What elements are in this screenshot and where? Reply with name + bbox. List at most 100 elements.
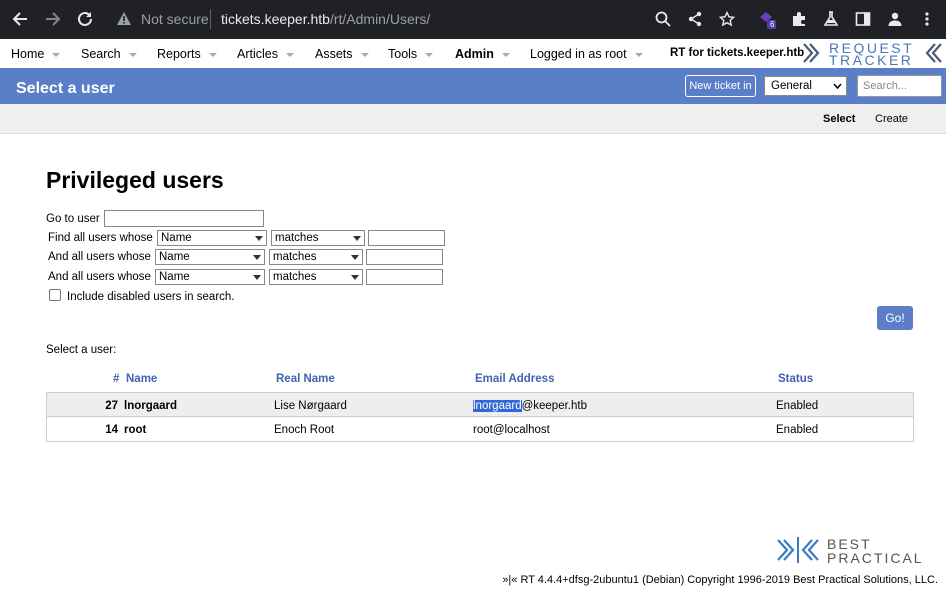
dropdown-arrow-icon xyxy=(351,254,359,260)
dropdown-arrow-icon xyxy=(253,274,261,280)
menu-assets-label: Assets xyxy=(315,47,353,61)
col-header-name[interactable]: Name xyxy=(126,373,157,385)
and-users-label-2: And all users whose xyxy=(48,271,151,283)
table-row[interactable]: 27 lnorgaard Lise Nørgaard lnorgaard@kee… xyxy=(47,393,913,417)
queue-select[interactable]: General xyxy=(764,76,847,96)
menu-home-label: Home xyxy=(11,47,45,61)
user-email: lnorgaard@keeper.htb xyxy=(473,400,587,412)
share-icon[interactable] xyxy=(685,9,705,29)
col-header-email[interactable]: Email Address xyxy=(475,373,554,385)
warning-icon[interactable] xyxy=(116,11,132,29)
quick-search-input[interactable]: Search... xyxy=(857,75,942,97)
include-disabled-label: Include disabled users in search. xyxy=(67,291,235,303)
search-field-value-3: Name xyxy=(159,271,190,283)
col-header-real-name[interactable]: Real Name xyxy=(276,373,335,385)
dropdown-arrow-icon xyxy=(255,235,263,241)
labs-flask-icon[interactable] xyxy=(821,9,841,29)
menu-articles[interactable]: Articles xyxy=(237,47,294,61)
footer-copyright: »|« RT 4.4.4+dfsg-2ubuntu1 (Debian) Copy… xyxy=(502,574,938,586)
search-field-value-1: Name xyxy=(161,232,192,244)
menu-search-label: Search xyxy=(81,47,121,61)
find-users-label: Find all users whose xyxy=(48,232,153,244)
search-placeholder: Search... xyxy=(863,80,908,92)
chevron-down-icon xyxy=(833,83,842,89)
queue-select-value: General xyxy=(771,80,812,92)
search-op-select-2[interactable]: matches xyxy=(269,249,363,265)
caret-down-icon xyxy=(208,52,217,57)
search-value-input-2[interactable] xyxy=(366,249,443,265)
search-op-select-3[interactable]: matches xyxy=(269,269,363,285)
menu-reports[interactable]: Reports xyxy=(157,47,217,61)
menu-assets[interactable]: Assets xyxy=(315,47,369,61)
extension-badge-icon[interactable]: 6 xyxy=(757,9,777,29)
search-field-select-2[interactable]: Name xyxy=(155,249,265,265)
zoom-icon[interactable] xyxy=(653,9,673,29)
security-label[interactable]: Not secure xyxy=(141,11,209,27)
extension-badge-count: 6 xyxy=(770,20,775,29)
reload-icon[interactable] xyxy=(74,8,96,30)
caret-down-icon xyxy=(360,52,369,57)
address-bar[interactable]: tickets.keeper.htb/rt/Admin/Users/ xyxy=(221,11,430,27)
best-practical-logo[interactable]: BEST PRACTICAL xyxy=(776,535,941,567)
search-field-value-2: Name xyxy=(159,251,190,263)
user-name[interactable]: lnorgaard xyxy=(124,400,177,412)
browser-menu-icon[interactable] xyxy=(917,9,937,29)
menu-tools[interactable]: Tools xyxy=(388,47,434,61)
goto-user-input[interactable] xyxy=(104,210,264,227)
page-menu-select[interactable]: Select xyxy=(823,113,855,125)
side-panel-icon[interactable] xyxy=(853,9,873,29)
user-email: root@localhost xyxy=(473,424,550,436)
extensions-puzzle-icon[interactable] xyxy=(789,9,809,29)
dropdown-arrow-icon xyxy=(351,274,359,280)
user-id[interactable]: 14 xyxy=(47,424,118,436)
table-row[interactable]: 14 root Enoch Root root@localhost Enable… xyxy=(47,417,913,441)
search-field-select-1[interactable]: Name xyxy=(157,230,267,246)
menu-logged-in-label: Logged in as root xyxy=(530,47,627,61)
go-button[interactable]: Go! xyxy=(877,306,913,330)
logo-practical-text: PRACTICAL xyxy=(827,550,924,566)
caret-down-icon xyxy=(634,52,643,57)
search-field-select-3[interactable]: Name xyxy=(155,269,265,285)
col-header-id[interactable]: # xyxy=(113,373,119,385)
user-status: Enabled xyxy=(776,424,819,436)
menu-home[interactable]: Home xyxy=(11,47,61,61)
include-disabled-checkbox[interactable] xyxy=(49,289,61,301)
url-divider xyxy=(210,9,211,29)
goto-user-label: Go to user xyxy=(46,213,100,225)
user-name[interactable]: root xyxy=(124,424,146,436)
bookmark-star-icon[interactable] xyxy=(717,9,737,29)
select-user-label: Select a user: xyxy=(46,344,117,356)
search-op-select-1[interactable]: matches xyxy=(271,230,365,246)
caret-down-icon xyxy=(501,52,510,57)
profile-icon[interactable] xyxy=(885,9,905,29)
menu-tools-label: Tools xyxy=(388,47,418,61)
user-real-name: Lise Nørgaard xyxy=(274,400,347,412)
caret-down-icon xyxy=(52,52,61,57)
user-id[interactable]: 27 xyxy=(47,400,118,412)
page-menu: Select Create xyxy=(0,104,946,134)
forward-icon[interactable] xyxy=(42,8,64,30)
menu-articles-label: Articles xyxy=(237,47,278,61)
search-value-input-1[interactable] xyxy=(368,230,445,246)
request-tracker-logo[interactable]: REQUEST TRACKER xyxy=(800,40,946,68)
user-status: Enabled xyxy=(776,400,819,412)
section-heading: Privileged users xyxy=(46,167,224,193)
browser-toolbar: Not secure tickets.keeper.htb/rt/Admin/U… xyxy=(0,0,946,39)
menu-admin[interactable]: Admin xyxy=(455,47,510,61)
user-email-rest: root@localhost xyxy=(473,424,550,436)
caret-down-icon xyxy=(425,52,434,57)
user-email-rest: @keeper.htb xyxy=(521,400,587,412)
page-menu-create[interactable]: Create xyxy=(875,113,908,125)
col-header-status[interactable]: Status xyxy=(778,373,813,385)
search-value-input-3[interactable] xyxy=(366,269,443,285)
selected-text: lnorgaard xyxy=(473,400,522,412)
rt-instance-label: RT for tickets.keeper.htb xyxy=(670,47,805,59)
logo-tracker-text: TRACKER xyxy=(829,52,914,68)
user-real-name: Enoch Root xyxy=(274,424,335,436)
back-icon[interactable] xyxy=(9,8,31,30)
menu-logged-in[interactable]: Logged in as root xyxy=(530,47,643,61)
menu-search[interactable]: Search xyxy=(81,47,137,61)
new-ticket-button[interactable]: New ticket in xyxy=(685,75,756,97)
search-op-value-1: matches xyxy=(275,232,319,244)
page-title: Select a user xyxy=(16,80,115,97)
